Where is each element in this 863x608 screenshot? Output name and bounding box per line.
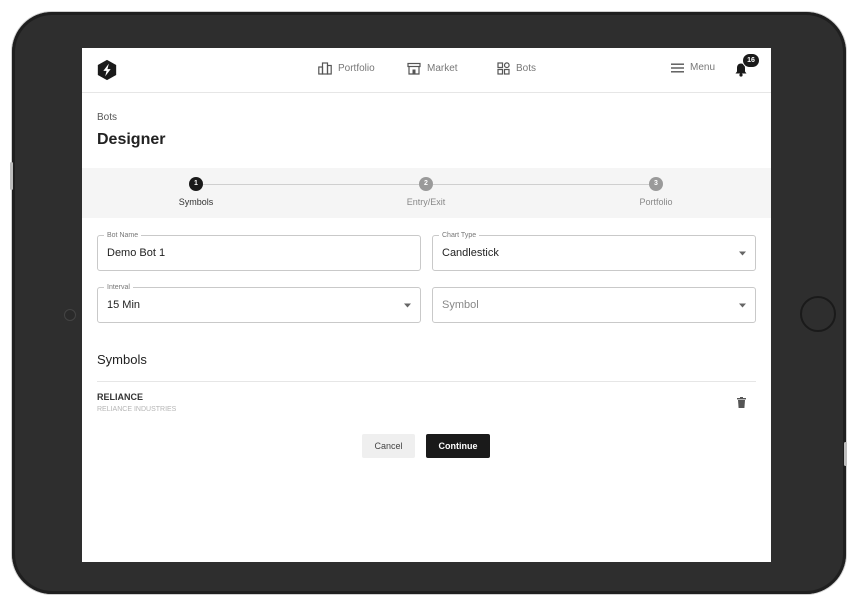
caret-down-icon xyxy=(739,303,746,308)
chart-type-value: Candlestick xyxy=(442,247,499,259)
interval-select[interactable]: Interval 15 Min xyxy=(97,283,421,323)
bot-name-value: Demo Bot 1 xyxy=(107,247,166,259)
chart-type-select[interactable]: Chart Type Candlestick xyxy=(432,231,756,271)
caret-down-icon xyxy=(739,251,746,256)
page-title: Designer xyxy=(97,131,166,148)
step-label: Symbols xyxy=(178,197,214,207)
interval-label: Interval xyxy=(104,283,133,292)
nav-label-market: Market xyxy=(427,63,458,74)
bot-name-field[interactable]: Bot Name Demo Bot 1 xyxy=(97,231,421,271)
home-button[interactable] xyxy=(800,296,836,332)
step-portfolio[interactable]: 3 Portfolio xyxy=(606,177,706,207)
step-number: 1 xyxy=(189,177,203,191)
continue-button[interactable]: Continue xyxy=(426,434,490,458)
nav-item-market[interactable]: Market xyxy=(407,62,458,75)
step-number: 2 xyxy=(419,177,433,191)
chart-type-label: Chart Type xyxy=(439,231,480,240)
building-icon xyxy=(318,62,332,75)
menu-button[interactable]: Menu xyxy=(671,62,715,73)
step-entry-exit[interactable]: 2 Entry/Exit xyxy=(376,177,476,207)
nav-item-bots[interactable]: Bots xyxy=(497,62,536,75)
step-number: 3 xyxy=(649,177,663,191)
app-screen: Portfolio Market Bots Menu 16 Bots Desig… xyxy=(82,48,771,562)
nav-item-portfolio[interactable]: Portfolio xyxy=(318,62,375,75)
power-button xyxy=(844,442,847,466)
symbol-name: RELIANCE xyxy=(97,392,144,402)
section-divider xyxy=(97,381,756,382)
notification-badge: 16 xyxy=(742,53,760,68)
symbol-placeholder: Symbol xyxy=(442,299,479,311)
step-symbols[interactable]: 1 Symbols xyxy=(146,177,246,207)
caret-down-icon xyxy=(404,303,411,308)
nav-label-bots: Bots xyxy=(516,63,537,74)
trash-icon[interactable] xyxy=(737,397,746,408)
symbols-section-title: Symbols xyxy=(97,352,147,367)
hamburger-icon xyxy=(671,63,684,72)
cancel-button[interactable]: Cancel xyxy=(362,434,415,458)
progress-stepper: 1 Symbols 2 Entry/Exit 3 Portfolio xyxy=(82,168,771,218)
symbol-description: RELIANCE INDUSTRIES xyxy=(97,406,177,413)
front-camera xyxy=(64,309,76,321)
nav-label-portfolio: Portfolio xyxy=(338,63,375,74)
step-label: Portfolio xyxy=(639,197,673,207)
volume-button xyxy=(10,162,13,190)
menu-label: Menu xyxy=(690,62,716,73)
symbol-select[interactable]: Symbol xyxy=(432,287,756,323)
store-icon xyxy=(407,62,421,75)
step-label: Entry/Exit xyxy=(406,197,446,207)
app-logo-icon[interactable] xyxy=(96,59,118,81)
breadcrumb[interactable]: Bots xyxy=(97,112,117,123)
grid-icon xyxy=(497,62,510,75)
interval-value: 15 Min xyxy=(107,299,141,311)
bot-name-label: Bot Name xyxy=(104,231,142,240)
top-navbar: Portfolio Market Bots Menu 16 xyxy=(82,48,771,93)
